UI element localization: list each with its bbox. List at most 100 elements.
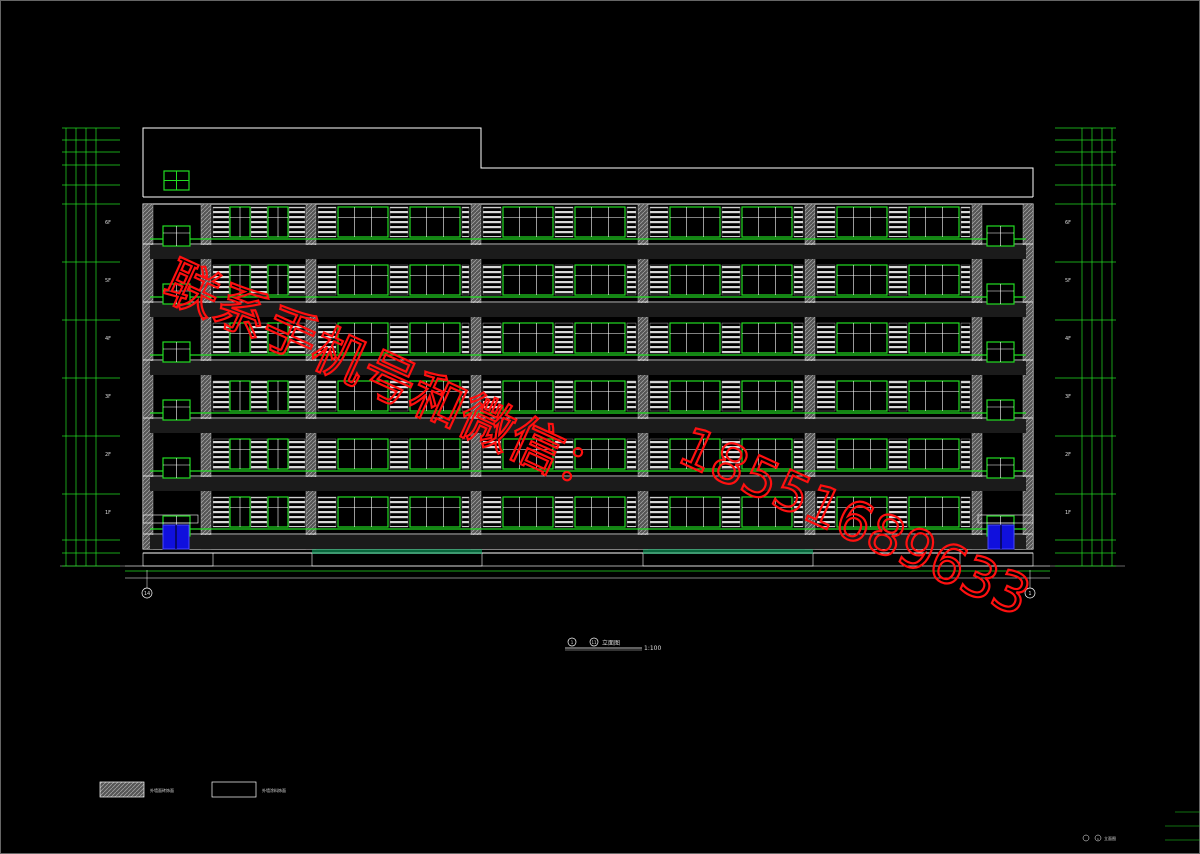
floor-label-left-0: 6F	[105, 220, 111, 226]
floor-label-right-3: 3F	[1065, 394, 1071, 400]
win-f3-b4-a	[836, 380, 888, 412]
corner-text: 立面图	[1104, 835, 1116, 841]
louver-f5-b1-r	[461, 496, 470, 528]
win-f0-b4-a	[836, 206, 888, 238]
louver-f3-b0-c	[288, 380, 306, 412]
louver-f3-b4-l	[816, 380, 836, 412]
louver-f0-b2-m	[554, 206, 574, 238]
win-f0-b3-b	[741, 206, 793, 238]
band-fill-0	[150, 245, 1026, 259]
louver-f1-b4-r	[960, 264, 971, 296]
louver-f0-b3-l	[649, 206, 669, 238]
louver-f1-b4-l	[816, 264, 836, 296]
louver-f4-b0-a	[212, 438, 230, 470]
win-f1-b1-a	[337, 264, 389, 296]
louver-f0-b1-m	[389, 206, 409, 238]
win-f1-b2-a	[502, 264, 554, 296]
win-f0-b1-a	[337, 206, 389, 238]
axis-markers: 14 1	[125, 570, 1050, 599]
win-f1-b3-a	[669, 264, 721, 296]
louver-f3-b2-r	[626, 380, 637, 412]
band-fill-3	[150, 419, 1026, 433]
louver-f5-b2-m	[554, 496, 574, 528]
louver-f5-b4-r	[960, 496, 971, 528]
win-f3-b2-b	[574, 380, 626, 412]
axis-left-label: 14	[144, 591, 150, 597]
win-f2-b3-a	[669, 322, 721, 354]
win-f5-b2-b	[574, 496, 626, 528]
louver-f3-b3-r	[793, 380, 804, 412]
louver-f2-b3-m	[721, 322, 741, 354]
louver-f5-b4-m	[888, 496, 908, 528]
louver-f3-b1-m	[389, 380, 409, 412]
louver-f4-b3-r	[793, 438, 804, 470]
win-f2-b4-b	[908, 322, 960, 354]
louver-f3-b4-r	[960, 380, 971, 412]
louver-f2-b1-l	[317, 322, 337, 354]
louver-f1-b3-r	[793, 264, 804, 296]
win-f2-b2-b	[574, 322, 626, 354]
louver-f2-b0-b	[250, 322, 268, 354]
louver-f1-b0-c	[288, 264, 306, 296]
louver-f1-b2-r	[626, 264, 637, 296]
louver-f5-b1-m	[389, 496, 409, 528]
louver-f4-b4-l	[816, 438, 836, 470]
win-f5-b1-a	[337, 496, 389, 528]
win-f3-b3-a	[669, 380, 721, 412]
win-f4-b3-b	[741, 438, 793, 470]
louver-f5-b0-c	[288, 496, 306, 528]
louver-f4-b1-r	[461, 438, 470, 470]
louver-f5-b3-m	[721, 496, 741, 528]
win-f1-b4-b	[908, 264, 960, 296]
cad-elevation-drawing: 6F5F4F3F2F1F6F5F4F3F2F1F 14 1 1 11 立面图 1…	[0, 0, 1200, 854]
louver-f0-b4-r	[960, 206, 971, 238]
louver-f4-b2-l	[482, 438, 502, 470]
louver-f2-b0-a	[212, 322, 230, 354]
louver-f1-b2-m	[554, 264, 574, 296]
win-f1-b3-b	[741, 264, 793, 296]
louver-f2-b3-l	[649, 322, 669, 354]
win-f3-b1-b	[409, 380, 461, 412]
win-f5-b4-b	[908, 496, 960, 528]
louver-f4-b4-r	[960, 438, 971, 470]
louver-f2-b4-r	[960, 322, 971, 354]
win-f4-b3-a	[669, 438, 721, 470]
win-f0-b2-b	[574, 206, 626, 238]
louver-f5-b0-b	[250, 496, 268, 528]
legend-label-hatched: 外墙面砖饰面	[150, 787, 174, 793]
win-f1-b4-a	[836, 264, 888, 296]
win-f0-b2-a	[502, 206, 554, 238]
floor-label-right-0: 6F	[1065, 220, 1071, 226]
louver-f5-b3-l	[649, 496, 669, 528]
legend-swatch-hatched	[99, 781, 145, 798]
louver-f5-b4-l	[816, 496, 836, 528]
louver-f0-b0-a	[212, 206, 230, 238]
floor-label-right-5: 1F	[1065, 510, 1071, 516]
louver-f3-b1-r	[461, 380, 470, 412]
axis-right-label: 1	[1028, 591, 1031, 597]
win-f2-b2-a	[502, 322, 554, 354]
win-f4-b4-b	[908, 438, 960, 470]
louver-f4-b2-r	[626, 438, 637, 470]
corner-code: 1	[1097, 837, 1099, 841]
louver-f4-b1-l	[317, 438, 337, 470]
floor-label-right-2: 4F	[1065, 336, 1071, 342]
win-f4-b2-b	[574, 438, 626, 470]
louver-f0-b2-r	[626, 206, 637, 238]
louver-f0-b4-l	[816, 206, 836, 238]
band-fill-1	[150, 303, 1026, 317]
louver-f4-b3-m	[721, 438, 741, 470]
louver-f1-b2-l	[482, 264, 502, 296]
win-f1-b2-b	[574, 264, 626, 296]
win-f1-b1-b	[409, 264, 461, 296]
title-scale: 1:100	[644, 645, 661, 652]
louver-f3-b3-m	[721, 380, 741, 412]
louver-f3-b1-l	[317, 380, 337, 412]
win-f4-b4-a	[836, 438, 888, 470]
louver-f2-b1-r	[461, 322, 470, 354]
title-code-2: 11	[591, 640, 597, 645]
band-fill-2	[150, 361, 1026, 375]
louver-f3-b0-a	[212, 380, 230, 412]
louver-f3-b2-l	[482, 380, 502, 412]
louver-f0-b0-c	[288, 206, 306, 238]
